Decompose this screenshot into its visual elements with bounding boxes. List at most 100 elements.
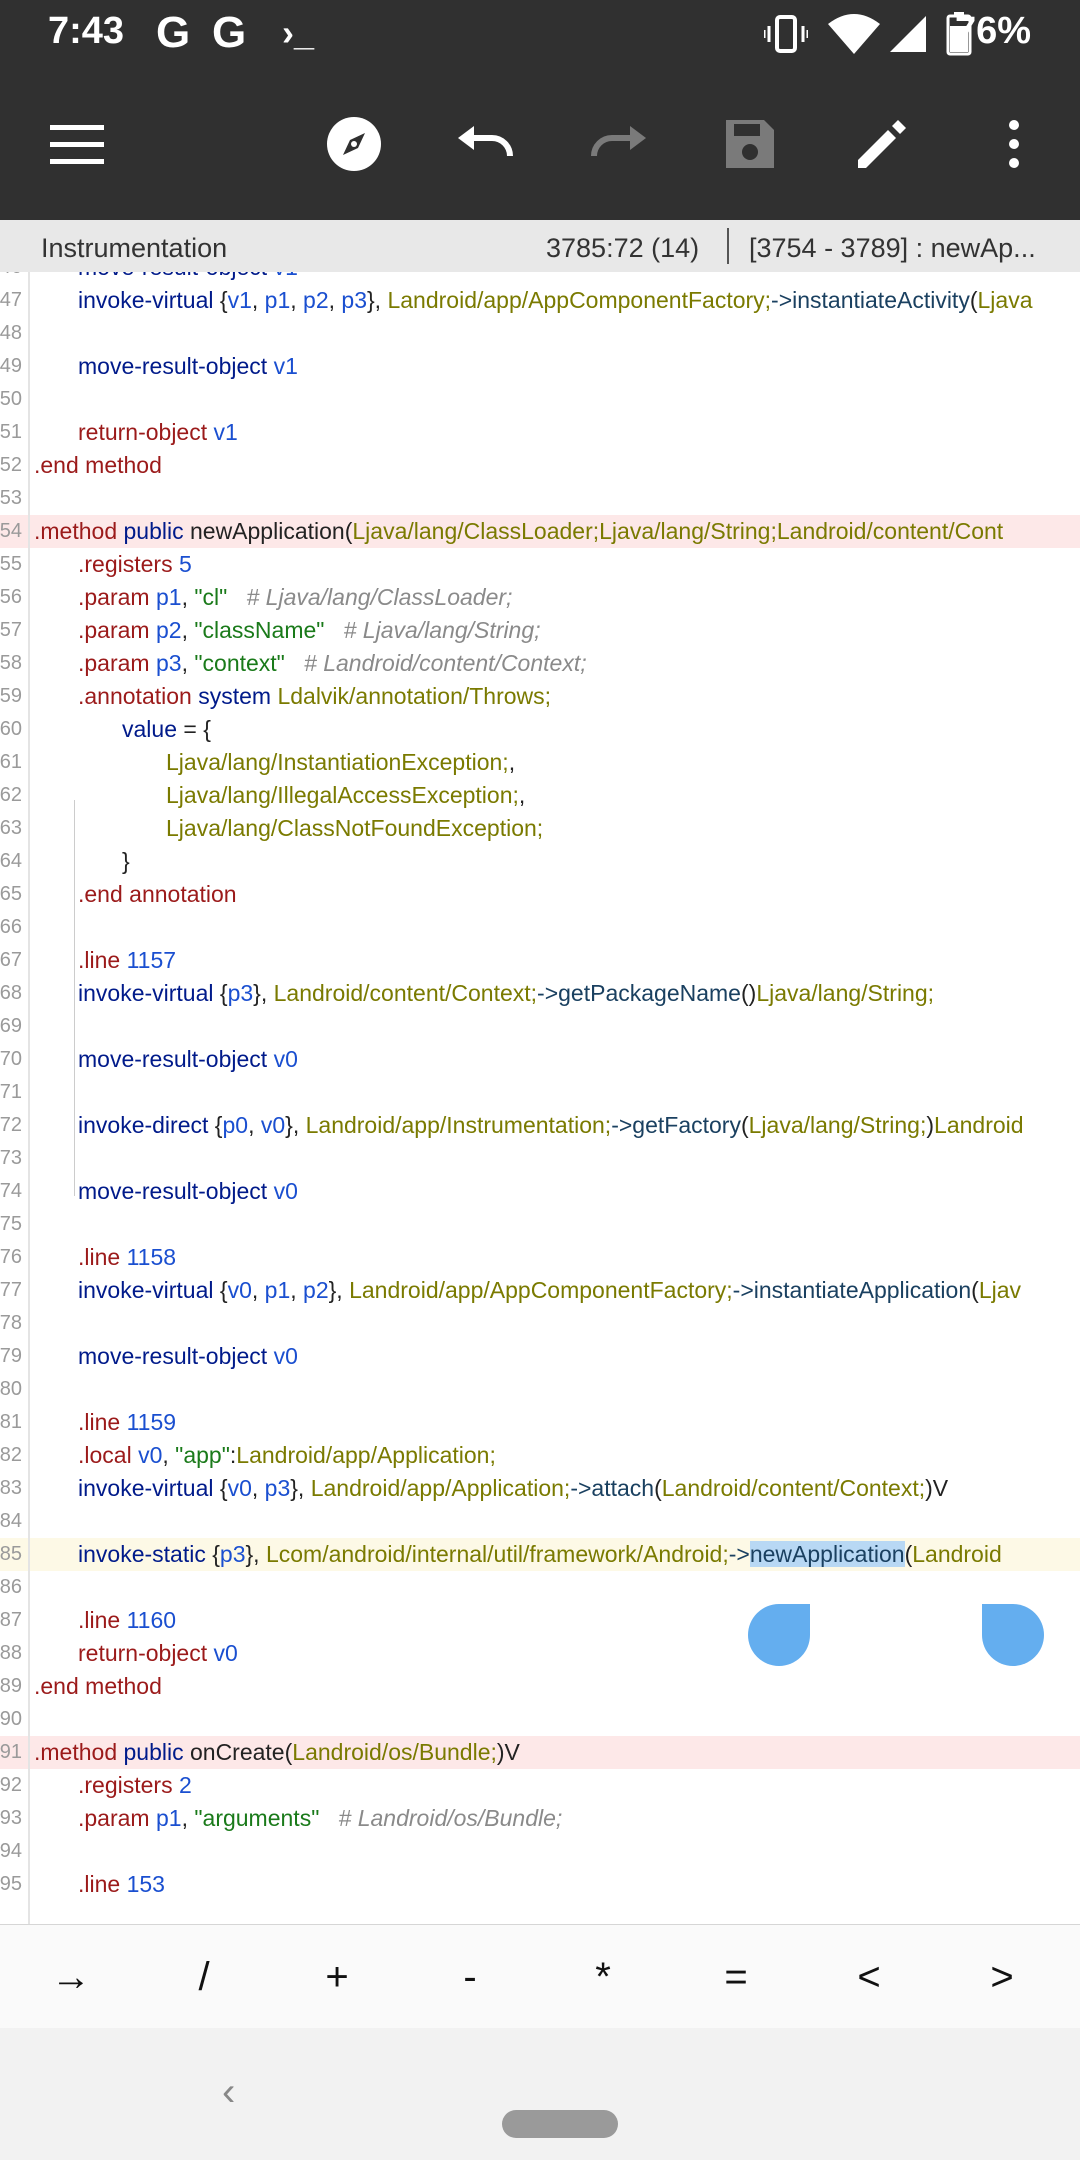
code-line[interactable]: 54 .method public newApplication(Ljava/la…: [0, 515, 1080, 548]
key-minus[interactable]: -: [403, 1925, 537, 2029]
code-token: ,: [518, 782, 526, 808]
indent-guide: [74, 800, 75, 1196]
code-line[interactable]: 94: [0, 1835, 1080, 1868]
code-token: ,: [290, 287, 304, 313]
code-line-current[interactable]: 85 invoke-static {p3}, Lcom/android/inter…: [0, 1538, 1080, 1571]
more-options-button[interactable]: [982, 112, 1046, 176]
code-line[interactable]: 77 invoke-virtual {v0, p1, p2}, Landroid/…: [0, 1274, 1080, 1307]
code-line[interactable]: 88 return-object v0: [0, 1637, 1080, 1670]
code-line[interactable]: 68 invoke-virtual {p3}, Landroid/content/…: [0, 977, 1080, 1010]
line-number: 58: [0, 652, 22, 674]
line-number: 57: [0, 619, 22, 641]
pencil-icon: [858, 120, 906, 168]
navigation-bar: ‹: [0, 2028, 1080, 2160]
code-line[interactable]: 93 .param p1, "arguments" # Landroid/os/B…: [0, 1802, 1080, 1835]
info-bar: Instrumentation 3785:72 (14) [3754 - 378…: [0, 220, 1080, 273]
code-text: move-result-object v0: [78, 1175, 298, 1208]
line-number: 63: [0, 817, 22, 839]
selection-start-handle[interactable]: [748, 1604, 810, 1666]
code-line[interactable]: 61 Ljava/lang/InstantiationException;,: [0, 746, 1080, 779]
code-line[interactable]: 57 .param p2, "className" # Ljava/lang/St…: [0, 614, 1080, 647]
code-line[interactable]: 67 .line 1157: [0, 944, 1080, 977]
line-number: 70: [0, 1048, 22, 1070]
code-line[interactable]: 89 .end method: [0, 1670, 1080, 1703]
code-line[interactable]: 83 invoke-virtual {v0, p3}, Landroid/app/…: [0, 1472, 1080, 1505]
code-text: }: [122, 845, 130, 878]
code-line[interactable]: 56 .param p1, "cl" # Ljava/lang/ClassLoad…: [0, 581, 1080, 614]
code-line[interactable]: 63 Ljava/lang/ClassNotFoundException;: [0, 812, 1080, 845]
code-token: p1: [264, 1277, 291, 1303]
back-button[interactable]: ‹: [222, 2070, 235, 2115]
code-line[interactable]: 92 .registers 2: [0, 1769, 1080, 1802]
code-text: .registers 2: [78, 1769, 192, 1802]
code-line[interactable]: 82 .local v0, "app":Landroid/app/Applicat…: [0, 1439, 1080, 1472]
code-line[interactable]: 46 move-result-object v1: [0, 272, 1080, 284]
code-token: .registers: [78, 1772, 173, 1798]
code-token: Landroid/app/Application;: [310, 1475, 571, 1501]
undo-button[interactable]: [454, 112, 518, 176]
code-line[interactable]: 48: [0, 317, 1080, 350]
code-line[interactable]: 64}: [0, 845, 1080, 878]
code-line[interactable]: 69: [0, 1010, 1080, 1043]
code-line[interactable]: 84: [0, 1505, 1080, 1538]
code-line[interactable]: 80: [0, 1373, 1080, 1406]
google-notification-icon: G: [156, 8, 191, 57]
code-token: .local: [78, 1442, 132, 1468]
key-less-than[interactable]: <: [802, 1925, 936, 2029]
code-line[interactable]: 86: [0, 1571, 1080, 1604]
code-token: p3: [149, 650, 182, 676]
code-line[interactable]: 76 .line 1158: [0, 1241, 1080, 1274]
navigate-button[interactable]: [322, 112, 386, 176]
menu-button[interactable]: [45, 112, 109, 176]
code-text: move-result-object v0: [78, 1340, 298, 1373]
code-line[interactable]: 62 Ljava/lang/IllegalAccessException;,: [0, 779, 1080, 812]
code-line[interactable]: 50: [0, 383, 1080, 416]
home-pill[interactable]: [502, 2110, 618, 2138]
code-line[interactable]: 47 invoke-virtual {v1, p1, p2, p3}, Landr…: [0, 284, 1080, 317]
code-line[interactable]: 73: [0, 1142, 1080, 1175]
code-line[interactable]: 52 .end method: [0, 449, 1080, 482]
key-slash[interactable]: /: [137, 1925, 271, 2029]
code-token: v0: [267, 1046, 298, 1072]
code-token: v0: [227, 1475, 252, 1501]
code-line[interactable]: 79 move-result-object v0: [0, 1340, 1080, 1373]
code-line[interactable]: 51 return-object v1: [0, 416, 1080, 449]
key-asterisk[interactable]: *: [536, 1925, 670, 2029]
code-line[interactable]: 91 .method public onCreate(Landroid/os/Bu…: [0, 1736, 1080, 1769]
code-token: onCreate: [183, 1739, 285, 1765]
code-line[interactable]: 75: [0, 1208, 1080, 1241]
edit-button[interactable]: [850, 112, 914, 176]
code-token: Lcom/android/internal/util/framework/And…: [265, 1541, 729, 1567]
code-line[interactable]: 58 .param p3, "context" # Landroid/conten…: [0, 647, 1080, 680]
code-line[interactable]: 87 .line 1160: [0, 1604, 1080, 1637]
save-button[interactable]: [718, 112, 782, 176]
code-line[interactable]: 49 move-result-object v1: [0, 350, 1080, 383]
line-number: 65: [0, 883, 22, 905]
code-line[interactable]: 65 .end annotation: [0, 878, 1080, 911]
code-line[interactable]: 72 invoke-direct {p0, v0}, Landroid/app/I…: [0, 1109, 1080, 1142]
code-line[interactable]: 81 .line 1159: [0, 1406, 1080, 1439]
code-editor[interactable]: 46 move-result-object v1 47 invoke-virtual …: [0, 272, 1080, 1924]
code-line[interactable]: 74 move-result-object v0: [0, 1175, 1080, 1208]
key-greater-than[interactable]: >: [935, 1925, 1069, 2029]
code-line[interactable]: 95 .line 153: [0, 1868, 1080, 1901]
code-line[interactable]: 55 .registers 5: [0, 548, 1080, 581]
code-token: ,: [181, 650, 195, 676]
code-line[interactable]: 59 .annotation system Ldalvik/annotation/…: [0, 680, 1080, 713]
code-line[interactable]: 71: [0, 1076, 1080, 1109]
code-line[interactable]: 70 move-result-object v0: [0, 1043, 1080, 1076]
code-line[interactable]: 60 value = {: [0, 713, 1080, 746]
line-number: 88: [0, 1642, 22, 1664]
code-line[interactable]: 53: [0, 482, 1080, 515]
code-line[interactable]: 78: [0, 1307, 1080, 1340]
code-token: p3: [227, 980, 254, 1006]
line-number: 52: [0, 454, 22, 476]
key-plus[interactable]: +: [270, 1925, 404, 2029]
code-line[interactable]: 66: [0, 911, 1080, 944]
code-line[interactable]: 90: [0, 1703, 1080, 1736]
line-number: 62: [0, 784, 22, 806]
key-arrow[interactable]: →: [4, 1925, 138, 2029]
redo-button[interactable]: [586, 112, 650, 176]
selection-end-handle[interactable]: [982, 1604, 1044, 1666]
key-equals[interactable]: =: [669, 1925, 803, 2029]
